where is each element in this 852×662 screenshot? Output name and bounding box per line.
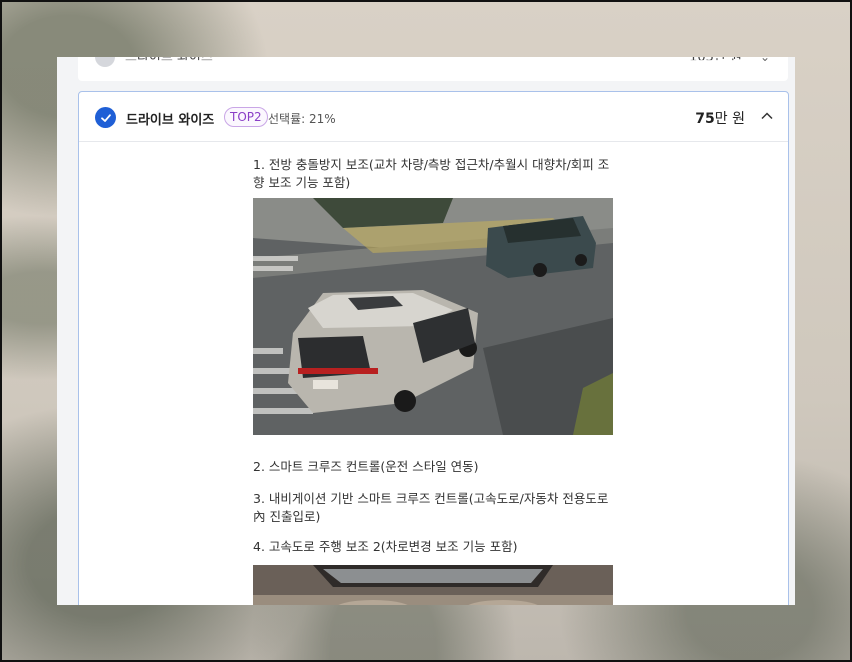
rank-badge: TOP2 [224,107,268,127]
option-header[interactable]: 드라이브 와이즈 TOP2 선택률: 21% 75만 원 [79,92,788,142]
feature-image-forward-collision [253,198,613,435]
check-icon [95,57,115,67]
feature-item: 4. 고속도로 주행 보조 2(차로변경 보조 기능 포함) [253,539,518,554]
selection-rate: 선택률: 21% [268,112,336,126]
feature-item: 1. 전방 충돌방지 보조(교차 차량/측방 접근차/추월시 대향차/회피 조향… [253,157,610,190]
option-title: 드라이브 와이즈 [126,113,215,128]
option-row-previous[interactable]: 드라이브 와이즈 105만 원 ⌄ [78,57,788,81]
price-number: 75 [695,111,715,127]
option-modal: 드라이브 와이즈 105만 원 ⌄ 드라이브 와이즈 TOP2 선택률: 21%… [57,57,795,605]
option-price: 75만 원 [695,108,745,128]
chevron-up-icon[interactable] [760,109,774,123]
feature-image-highway-assist [253,565,613,605]
option-title: 드라이브 와이즈 [125,57,213,65]
check-icon[interactable] [95,107,116,128]
price-unit: 만 원 [714,111,745,127]
feature-item: 3. 내비게이션 기반 스마트 크루즈 컨트롤(고속도로/자동차 전용도로 內 … [253,491,609,524]
chevron-down-icon[interactable]: ⌄ [760,57,770,64]
option-card-drive-wise: 드라이브 와이즈 TOP2 선택률: 21% 75만 원 1. 전방 충돌방지 … [78,91,789,605]
option-price: 105만 원 [689,57,742,65]
feature-item: 2. 스마트 크루즈 컨트롤(운전 스타일 연동) [253,459,479,474]
